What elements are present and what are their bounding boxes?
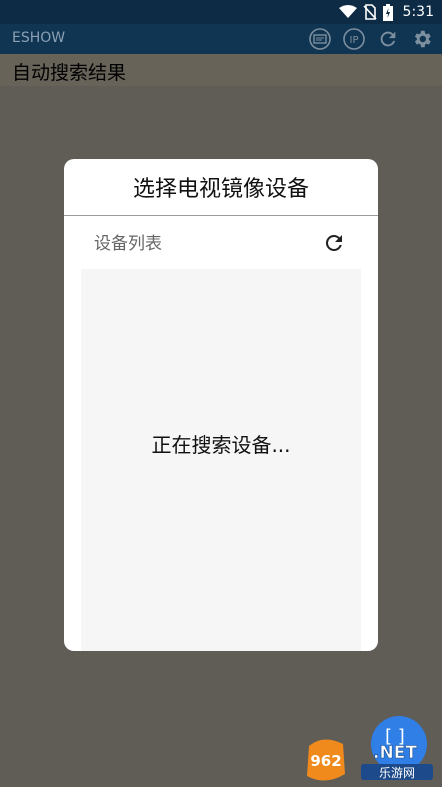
refresh-icon (325, 234, 342, 251)
refresh-button[interactable] (376, 27, 400, 51)
cast-button[interactable] (308, 27, 332, 51)
dialog-divider (64, 215, 378, 216)
status-bar: 5:31 (0, 0, 442, 24)
ip-icon: IP (343, 28, 365, 50)
no-sim-icon (362, 4, 377, 20)
svg-text:IP: IP (350, 35, 359, 46)
section-title: 自动搜索结果 (12, 62, 127, 84)
section-header: 自动搜索结果 (0, 54, 442, 86)
app-bar: ESHOW IP (0, 24, 442, 54)
svg-text:.NET: .NET (373, 743, 417, 763)
status-icons: 5:31 (338, 3, 434, 21)
svg-text:962: 962 (310, 752, 341, 770)
dialog-title: 选择电视镜像设备 (132, 177, 309, 202)
device-refresh-button[interactable] (322, 231, 346, 255)
device-picker-dialog: 选择电视镜像设备 设备列表 正在搜索设备... (64, 159, 378, 651)
ip-button[interactable]: IP (342, 27, 366, 51)
wifi-icon (338, 5, 357, 18)
svg-text:乐游网: 乐游网 (379, 766, 415, 780)
battery-icon (382, 3, 393, 21)
settings-button[interactable] (410, 27, 434, 51)
cast-icon (309, 28, 331, 50)
watermark-logo: 962 .NET 乐游网 (307, 739, 433, 781)
device-list-label: 设备列表 (94, 234, 162, 254)
app-bar-actions: IP (308, 27, 434, 51)
device-list[interactable]: 正在搜索设备... (81, 269, 361, 651)
status-time: 5:31 (402, 4, 434, 20)
app-title: ESHOW (12, 30, 66, 46)
refresh-icon (380, 31, 396, 47)
searching-status: 正在搜索设备... (151, 433, 291, 457)
settings-icon (414, 30, 431, 48)
